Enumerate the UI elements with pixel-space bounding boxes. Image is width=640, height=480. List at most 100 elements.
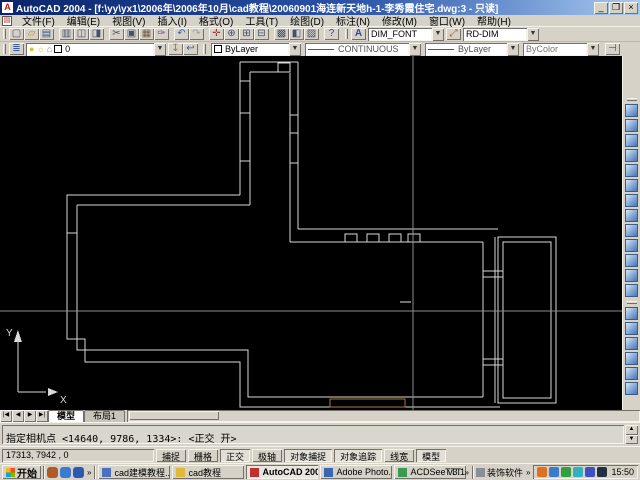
shade-toolbar-icon[interactable]	[625, 382, 638, 395]
view-toolbar-icon[interactable]	[625, 179, 638, 192]
chevron-down-icon[interactable]: ▼	[154, 42, 166, 56]
toolbar-button[interactable]: ◫	[74, 28, 89, 40]
toolbar-button[interactable]: ↷	[189, 28, 204, 40]
restore-button[interactable]: ❐	[609, 1, 623, 14]
status-toggle-button[interactable]: 捕捉	[156, 448, 187, 462]
document-icon[interactable]: ▤	[2, 15, 12, 26]
view-toolbar-icon[interactable]	[625, 194, 638, 207]
toolbar-grip[interactable]	[3, 44, 6, 54]
status-toggle-button[interactable]: 模型	[416, 448, 447, 462]
layer-combo[interactable]: ● ☼ ⌂ 0 ▼	[26, 42, 166, 56]
toolbar-button[interactable]: ▨	[304, 28, 319, 40]
start-button[interactable]: 开始	[2, 465, 41, 480]
menu-item[interactable]: 绘图(D)	[284, 13, 330, 28]
desk-band-1[interactable]: TTT»	[445, 467, 470, 477]
view-toolbar-icon[interactable]	[625, 164, 638, 177]
chevron-down-icon[interactable]: ▼	[527, 27, 539, 41]
view-toolbar-icon[interactable]	[625, 269, 638, 282]
status-toggle-button[interactable]: 栅格	[188, 448, 219, 462]
chevron-more-icon[interactable]: »	[86, 468, 92, 477]
shade-toolbar-icon[interactable]	[625, 367, 638, 380]
chevron-down-icon[interactable]: ▼	[409, 42, 421, 56]
tray-icon[interactable]	[549, 467, 560, 477]
plot-style-combo[interactable]: ByColor ▼	[523, 42, 599, 56]
menu-item[interactable]: 修改(M)	[376, 13, 423, 28]
task-button[interactable]: cad建模教程...	[98, 465, 171, 479]
toolbar-button[interactable]: ◧	[289, 28, 304, 40]
tab-nav-last[interactable]: ▶|	[36, 410, 48, 422]
linetype-combo[interactable]: CONTINUOUS ▼	[305, 42, 421, 56]
close-button[interactable]: ×	[624, 1, 638, 14]
menu-item[interactable]: 插入(I)	[151, 13, 192, 28]
view-toolbar-icon[interactable]	[625, 254, 638, 267]
toolbar-button[interactable]: ▢	[9, 28, 24, 40]
tab-nav-next[interactable]: ▶	[24, 410, 36, 422]
view-toolbar-icon[interactable]	[625, 119, 638, 132]
chevron-down-icon[interactable]: ▼	[587, 42, 599, 56]
toolbar-button[interactable]: ⊟	[254, 28, 269, 40]
drawing-area[interactable]: Y X	[0, 56, 640, 410]
task-button[interactable]: Adobe Photo...	[320, 465, 393, 479]
toolbar-button[interactable]: ⊕	[224, 28, 239, 40]
scroll-down-icon[interactable]: ▼	[625, 434, 638, 444]
scrollbar-thumb[interactable]	[129, 411, 220, 420]
chevron-more-icon[interactable]: »	[525, 468, 531, 477]
command-scrollbar[interactable]: ▲ ▼	[625, 425, 638, 444]
tab-model[interactable]: 模型	[48, 410, 85, 422]
view-toolbar-icon[interactable]	[625, 224, 638, 237]
desk-band-2[interactable]: 装饰软件»	[476, 466, 531, 479]
tray-icon[interactable]	[561, 467, 572, 477]
toolbar-grip[interactable]	[3, 29, 6, 39]
menu-item[interactable]: 格式(O)	[193, 13, 239, 28]
menu-item[interactable]: 文件(F)	[16, 13, 61, 28]
toolbar-button[interactable]: ▤	[39, 28, 54, 40]
tray-icon[interactable]	[537, 467, 548, 477]
toolbar-button[interactable]: ✑	[154, 28, 169, 40]
command-prompt[interactable]: 指定相机点 <14640, 9786, 1334>: <正交 开>	[2, 425, 624, 444]
chevron-down-icon[interactable]: ▼	[432, 27, 444, 41]
menu-item[interactable]: 窗口(W)	[423, 13, 471, 28]
tray-icon[interactable]	[585, 467, 596, 477]
color-combo[interactable]: ByLayer ▼	[211, 42, 301, 56]
quick-launch-icon[interactable]	[73, 466, 84, 478]
toolbar-button[interactable]: ◨	[89, 28, 104, 40]
quick-launch-icon[interactable]	[47, 466, 58, 478]
toolbar-button[interactable]: ✛	[209, 28, 224, 40]
layer-manager-button[interactable]: ≣	[9, 43, 24, 55]
toolbar-grip[interactable]	[626, 301, 637, 304]
view-toolbar-icon[interactable]	[625, 284, 638, 297]
toolbar-button[interactable]: ↶	[174, 28, 189, 40]
minimize-button[interactable]: _	[594, 1, 608, 14]
menu-item[interactable]: 帮助(H)	[471, 13, 517, 28]
task-button[interactable]: AutoCAD 200...	[246, 465, 319, 479]
dim-style-combo[interactable]: RD-DIM ▼	[463, 27, 539, 41]
tray-icon[interactable]	[597, 467, 608, 477]
toolbar-button[interactable]: ▩	[274, 28, 289, 40]
quick-launch-icon[interactable]	[60, 466, 71, 478]
layer-bulb-icon[interactable]: ●	[29, 44, 34, 54]
menu-item[interactable]: 标注(N)	[330, 13, 376, 28]
horizontal-scrollbar[interactable]	[127, 410, 640, 422]
tab-nav-prev[interactable]: ◀	[12, 410, 24, 422]
layer-freeze-icon[interactable]: ☼	[36, 44, 44, 54]
menu-item[interactable]: 工具(T)	[239, 13, 284, 28]
menu-item[interactable]: 编辑(E)	[61, 13, 106, 28]
chevron-down-icon[interactable]: ▼	[507, 42, 519, 56]
toolbar-grip[interactable]	[345, 29, 348, 39]
lineweight-combo[interactable]: ByLayer ▼	[425, 42, 519, 56]
tab-nav-first[interactable]: |◀	[0, 410, 12, 422]
shade-toolbar-icon[interactable]	[625, 337, 638, 350]
menu-item[interactable]: 视图(V)	[106, 13, 151, 28]
task-button[interactable]: cad教程	[172, 465, 245, 479]
status-toggle-button[interactable]: 线宽	[384, 448, 415, 462]
chevron-more-icon[interactable]: »	[464, 468, 470, 477]
shade-toolbar-icon[interactable]	[625, 352, 638, 365]
model-space-canvas[interactable]: Y X	[0, 56, 622, 410]
text-style-combo[interactable]: DIM_FONT ▼	[368, 27, 444, 41]
shade-toolbar-icon[interactable]	[625, 322, 638, 335]
toolbar-button[interactable]: ✂	[109, 28, 124, 40]
toolbar-button[interactable]: ?	[324, 28, 339, 40]
chevron-down-icon[interactable]: ▼	[289, 42, 301, 56]
toolbar-grip[interactable]	[203, 44, 206, 54]
status-toggle-button[interactable]: 正交	[220, 448, 251, 462]
